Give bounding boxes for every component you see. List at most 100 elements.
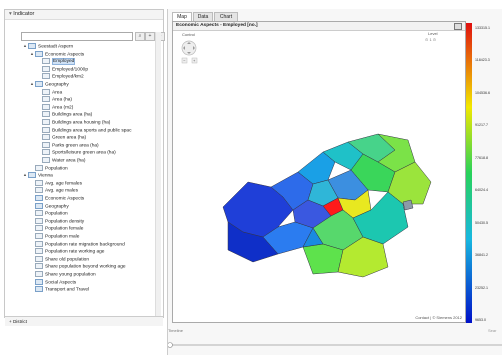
tab-data-label: Data bbox=[197, 14, 209, 20]
tree-item[interactable]: Population density bbox=[30, 217, 84, 224]
color-legend: 133315.1 118423.3 104536.6 91217.7 77618.8 64… bbox=[466, 23, 500, 323]
tree-item-label: Geography bbox=[45, 82, 69, 88]
folder-icon bbox=[35, 81, 43, 87]
tree-folder[interactable]: Economic Aspects bbox=[30, 195, 84, 201]
indicator-icon bbox=[35, 263, 43, 270]
tree-item[interactable]: Avg. age males bbox=[30, 187, 78, 194]
zoom-out-button[interactable]: − bbox=[181, 57, 188, 64]
indicator-icon bbox=[35, 271, 43, 277]
folder-icon bbox=[35, 195, 43, 201]
tree-item-label: Buildings area (ha) bbox=[52, 112, 93, 118]
tree-item[interactable]: Employed bbox=[37, 58, 76, 66]
plus-icon: + bbox=[148, 33, 152, 39]
tree-folder[interactable]: Social Aspects bbox=[30, 278, 77, 285]
search-button[interactable]: ⌕ bbox=[135, 32, 145, 41]
tree-item[interactable]: Share population beyond working age bbox=[30, 263, 126, 270]
tree-item[interactable]: Area (m2) bbox=[37, 103, 74, 111]
indicator-icon bbox=[42, 119, 50, 125]
indicator-icon bbox=[42, 134, 50, 141]
indicator-icon bbox=[42, 103, 50, 110]
tree-item[interactable]: Population rate working age bbox=[30, 248, 104, 254]
collapse-arrow-icon[interactable]: ▾ bbox=[9, 11, 12, 17]
indicator-search-row: ⌕ + + bbox=[21, 32, 165, 41]
tree-item-label: Economic Aspects bbox=[45, 196, 85, 202]
map-canvas[interactable]: Control − + Level ⊙ 1 ⊙ bbox=[173, 22, 465, 322]
map-frame[interactable]: Economic Aspects - Employed [no.] Contro… bbox=[172, 21, 466, 323]
tree-item[interactable]: Avg. age females bbox=[30, 179, 82, 186]
tree-item[interactable]: Population bbox=[30, 210, 68, 216]
tree-item[interactable]: Population bbox=[30, 164, 68, 171]
indicator-icon bbox=[35, 217, 43, 224]
tree-item[interactable]: Population female bbox=[30, 225, 84, 232]
tree-folder[interactable]: ▲ Geography bbox=[30, 81, 69, 87]
district-regions[interactable] bbox=[222, 133, 432, 278]
tree-scrollbar[interactable] bbox=[155, 32, 161, 317]
tree-item-label: Area (m2) bbox=[52, 105, 74, 111]
tree-item[interactable]: Employed/1000p bbox=[37, 65, 89, 73]
tree-item-label: Buildings area sports and public spac bbox=[52, 127, 132, 133]
indicator-icon bbox=[42, 88, 50, 95]
indicator-icon bbox=[35, 233, 43, 239]
map-contact-credit: Contact | © Siemens 2012 bbox=[415, 315, 462, 320]
expand-arrow-icon[interactable]: + bbox=[9, 319, 12, 324]
tree-item[interactable]: Buildings area housing (ha) bbox=[37, 119, 110, 125]
tree-item-label: Buildings area housing (ha) bbox=[52, 120, 111, 126]
pan-control[interactable] bbox=[181, 40, 197, 56]
tree-item[interactable]: Share old population bbox=[30, 255, 90, 263]
indicator-panel-title: Indicator bbox=[13, 11, 35, 17]
tree-item-label: Geography bbox=[45, 203, 69, 209]
tree-item[interactable]: Population rate migration background bbox=[30, 240, 125, 247]
tab-map-label: Map bbox=[177, 14, 187, 20]
indicator-panel-header[interactable]: ▾ Indicator bbox=[5, 10, 163, 20]
tree-item[interactable]: Area bbox=[37, 88, 62, 95]
expand-all-button[interactable]: + bbox=[145, 32, 155, 41]
indicator-icon bbox=[35, 225, 43, 232]
tree-item[interactable]: Parks green area (ha) bbox=[37, 141, 99, 149]
tree-folder[interactable]: ▲ Seestadt Aspern bbox=[23, 43, 73, 49]
tree-folder[interactable]: Transport and Travel bbox=[30, 286, 89, 292]
district-region[interactable] bbox=[402, 199, 414, 211]
tree-item[interactable]: Employed/km2 bbox=[37, 73, 84, 80]
tree-item[interactable]: Buildings area (ha) bbox=[37, 111, 93, 118]
tree-item-label: Population bbox=[45, 211, 68, 217]
tree-folder[interactable]: ▲ Vienna bbox=[23, 172, 53, 178]
indicator-icon bbox=[42, 157, 50, 163]
tree-item[interactable]: Share young population bbox=[30, 271, 96, 277]
indicator-search-input[interactable] bbox=[21, 32, 133, 41]
tree-folder[interactable]: Geography bbox=[30, 202, 69, 209]
tree-item-label: Sports/leisure green area (ha) bbox=[52, 150, 116, 156]
tree-folder[interactable]: ▲ Economic Aspects bbox=[30, 50, 84, 57]
tree-item[interactable]: Buildings area sports and public spac bbox=[37, 126, 132, 133]
district-panel-header[interactable]: + District bbox=[5, 316, 163, 326]
tree-item[interactable]: Water area (ha) bbox=[37, 157, 85, 163]
legend-tick-label: 77618.8 bbox=[475, 155, 488, 160]
tree-item[interactable]: Green area (ha) bbox=[37, 134, 86, 140]
district-region[interactable] bbox=[302, 243, 344, 275]
indicator-icon bbox=[35, 248, 43, 255]
tree-item[interactable]: Population male bbox=[30, 233, 79, 239]
tree-item-label: Transport and Travel bbox=[45, 287, 90, 293]
tree-item-label: Population female bbox=[45, 226, 84, 232]
tree-item-label: Population rate migration background bbox=[45, 241, 125, 247]
timeline-end-label: Sear bbox=[488, 328, 497, 333]
visualization-panel: Map Data Chart Economic Aspects - Employ… bbox=[167, 9, 502, 355]
timeline-slider[interactable] bbox=[168, 340, 502, 348]
timeline-label: Timeline bbox=[168, 328, 183, 333]
tree-item[interactable]: Area (ha) bbox=[37, 96, 72, 102]
indicator-icon bbox=[42, 149, 50, 156]
search-icon: ⌕ bbox=[138, 33, 142, 39]
tree-item-label: Share old population bbox=[45, 257, 90, 263]
tree-item-label: Parks green area (ha) bbox=[52, 143, 99, 149]
timeline-handle[interactable] bbox=[168, 342, 173, 348]
legend-tick-label: 91217.7 bbox=[475, 123, 488, 128]
indicator-icon bbox=[42, 73, 50, 80]
tree-item[interactable]: Sports/leisure green area (ha) bbox=[37, 149, 116, 156]
tree-item-label: Employed/1000p bbox=[52, 67, 89, 73]
zoom-in-button[interactable]: + bbox=[191, 57, 198, 64]
tree-item-label: Vienna bbox=[38, 173, 53, 179]
tree-item-label: Area (ha) bbox=[52, 97, 72, 103]
folder-icon bbox=[35, 278, 43, 285]
tree-item-label: Social Aspects bbox=[45, 279, 77, 285]
level-selector[interactable]: ⊙ 1 ⊙ bbox=[425, 37, 436, 42]
tree-item-label: Seestadt Aspern bbox=[38, 44, 74, 50]
